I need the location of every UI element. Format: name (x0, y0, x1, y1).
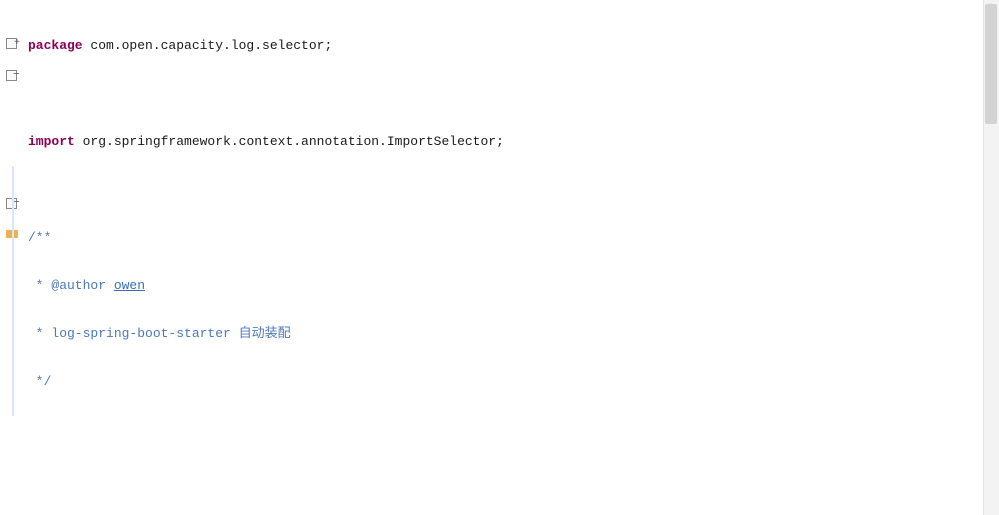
code-line-blank (28, 182, 999, 198)
keyword-import: import (28, 134, 75, 149)
editor-viewport: package com.open.capacity.log.selector; … (0, 0, 999, 515)
code-line: package com.open.capacity.log.selector; (28, 38, 999, 54)
code-line: /** (28, 230, 999, 246)
javadoc-author-link[interactable]: owen (114, 278, 145, 293)
code-line-blank (28, 86, 999, 102)
keyword-package: package (28, 38, 83, 53)
javadoc-author-prefix: * @author (28, 278, 114, 293)
fold-expand-icon[interactable] (6, 38, 17, 54)
gutter (0, 0, 28, 515)
package-name: com.open.capacity.log.selector; (83, 38, 333, 53)
indent-guide (12, 166, 14, 416)
code-line: */ (28, 374, 999, 390)
import-name: org.springframework.context.annotation.I… (75, 134, 504, 149)
code-line: * @author owen (28, 278, 999, 294)
code-area[interactable]: package com.open.capacity.log.selector; … (28, 0, 999, 515)
javadoc-end: */ (28, 374, 51, 389)
code-line: * log-spring-boot-starter 自动装配 (28, 326, 999, 342)
code-line-blank (28, 422, 999, 438)
vertical-scrollbar[interactable]: ▴ (983, 0, 999, 515)
scrollbar-thumb[interactable] (985, 4, 997, 124)
fold-collapse-icon[interactable] (6, 70, 17, 86)
javadoc-desc: * log-spring-boot-starter 自动装配 (28, 326, 291, 341)
code-line-blank (28, 470, 999, 486)
javadoc-start: /** (28, 230, 51, 245)
code-line: import org.springframework.context.annot… (28, 134, 999, 150)
